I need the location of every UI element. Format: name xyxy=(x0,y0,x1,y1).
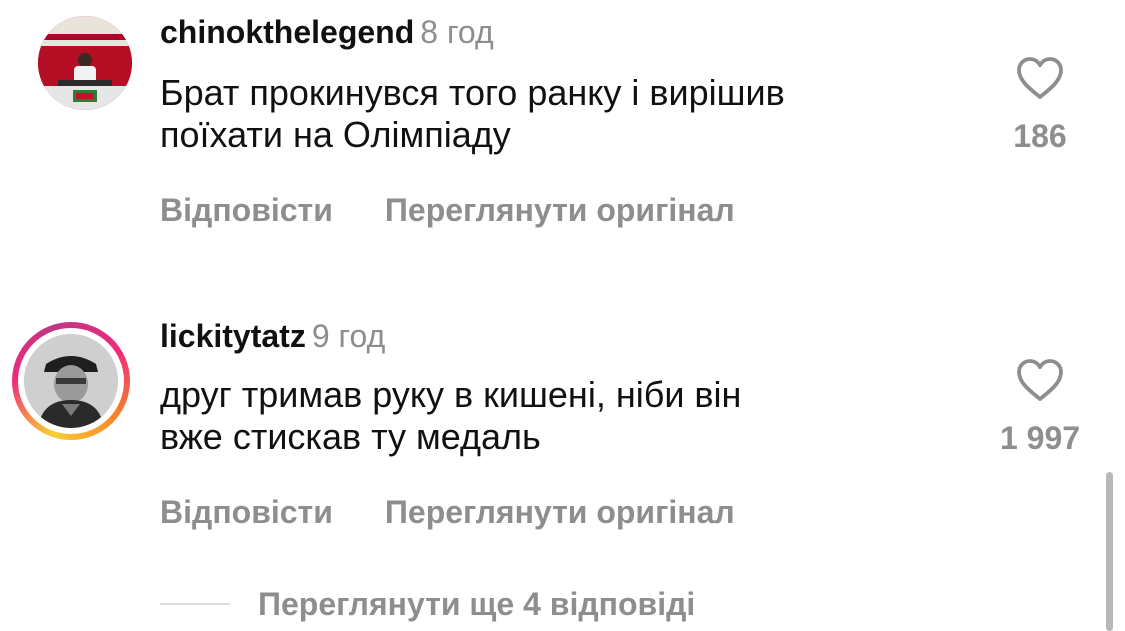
see-original-button[interactable]: Переглянути оригінал xyxy=(385,192,735,228)
comment-text: Брат прокинувся того ранку і вирішив пої… xyxy=(160,72,980,156)
comment-actions: Відповісти Переглянути оригінал xyxy=(160,192,735,228)
story-ring[interactable] xyxy=(12,322,130,440)
comment-text: друг тримав руку в кишені, ніби він вже … xyxy=(160,374,980,458)
view-more-replies[interactable]: Переглянути ще 4 відповіді xyxy=(160,586,695,622)
comment-item: lickitytatz 9 год друг тримав руку в кише… xyxy=(0,290,1125,580)
divider-line xyxy=(160,603,230,605)
view-more-replies-label[interactable]: Переглянути ще 4 відповіді xyxy=(258,586,695,622)
heart-outline-icon[interactable] xyxy=(1016,56,1064,100)
avatar-image xyxy=(24,334,118,428)
comment-text-line: друг тримав руку в кишені, ніби він xyxy=(160,374,742,415)
comment-text-line: вже стискав ту медаль xyxy=(160,416,541,457)
see-original-button[interactable]: Переглянути оригінал xyxy=(385,494,735,530)
like-count: 186 xyxy=(1013,118,1067,154)
avatar xyxy=(24,334,118,428)
comment-actions: Відповісти Переглянути оригінал xyxy=(160,494,735,530)
comment-header: lickitytatz 9 год xyxy=(160,318,385,354)
reply-button[interactable]: Відповісти xyxy=(160,192,333,228)
username[interactable]: lickitytatz xyxy=(160,318,306,354)
like-count: 1 997 xyxy=(999,420,1081,456)
timestamp: 9 год xyxy=(311,318,386,354)
username[interactable]: chinokthelegend xyxy=(160,14,414,50)
like-section: 1 997 xyxy=(970,358,1110,456)
like-section: 186 xyxy=(970,56,1110,154)
timestamp: 8 год xyxy=(420,14,494,50)
reply-button[interactable]: Відповісти xyxy=(160,494,333,530)
comment-header: chinokthelegend 8 год xyxy=(160,14,494,50)
avatar-image xyxy=(38,16,132,110)
avatar[interactable] xyxy=(38,16,132,110)
comment-text-line: Брат прокинувся того ранку і вирішив xyxy=(160,72,785,113)
comment-text-line: поїхати на Олімпіаду xyxy=(160,114,511,155)
scrollbar[interactable] xyxy=(1106,472,1113,631)
heart-outline-icon[interactable] xyxy=(1016,358,1064,402)
comment-item: chinokthelegend 8 год Брат прокинувся тог… xyxy=(0,0,1125,290)
